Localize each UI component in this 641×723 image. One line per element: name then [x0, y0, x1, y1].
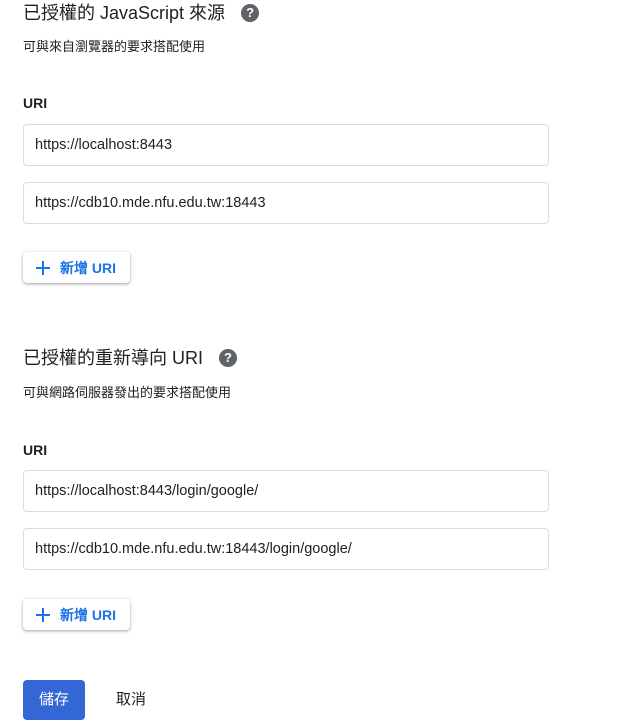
add-js-origin-button[interactable]: 新增 URI	[23, 252, 130, 283]
js-origins-uri-label: URI	[23, 95, 48, 111]
add-redirect-uri-button[interactable]: 新增 URI	[23, 599, 130, 630]
oauth-client-settings: 已授權的 JavaScript 來源 ? 可與來自瀏覽器的要求搭配使用 URI …	[0, 0, 641, 723]
redirect-uri-field-1[interactable]: https://localhost:8443/login/google/	[23, 470, 549, 512]
js-origins-title: 已授權的 JavaScript 來源	[23, 3, 226, 23]
redirect-uris-subtitle: 可與網路伺服器發出的要求搭配使用	[23, 385, 232, 400]
add-redirect-uri-label: 新增 URI	[60, 606, 116, 623]
redirect-uri-field-2[interactable]: https://cdb10.mde.nfu.edu.tw:18443/login…	[23, 528, 549, 570]
help-icon[interactable]: ?	[241, 4, 260, 22]
js-origins-title-row: 已授權的 JavaScript 來源 ?	[23, 1, 260, 25]
plus-icon	[36, 607, 50, 622]
redirect-uris-title-row: 已授權的重新導向 URI ?	[23, 346, 237, 370]
redirect-uris-title: 已授權的重新導向 URI	[23, 348, 203, 368]
cancel-button[interactable]: 取消	[100, 680, 162, 720]
js-origins-subtitle: 可與來自瀏覽器的要求搭配使用	[23, 39, 206, 54]
redirect-uris-uri-label: URI	[23, 442, 48, 458]
plus-icon	[36, 260, 50, 275]
help-icon[interactable]: ?	[219, 349, 237, 367]
js-origin-uri-field-2[interactable]: https://cdb10.mde.nfu.edu.tw:18443	[23, 182, 549, 224]
save-button[interactable]: 儲存	[23, 680, 85, 720]
add-js-origin-label: 新增 URI	[60, 259, 116, 276]
js-origin-uri-field-1[interactable]: https://localhost:8443	[23, 124, 549, 166]
